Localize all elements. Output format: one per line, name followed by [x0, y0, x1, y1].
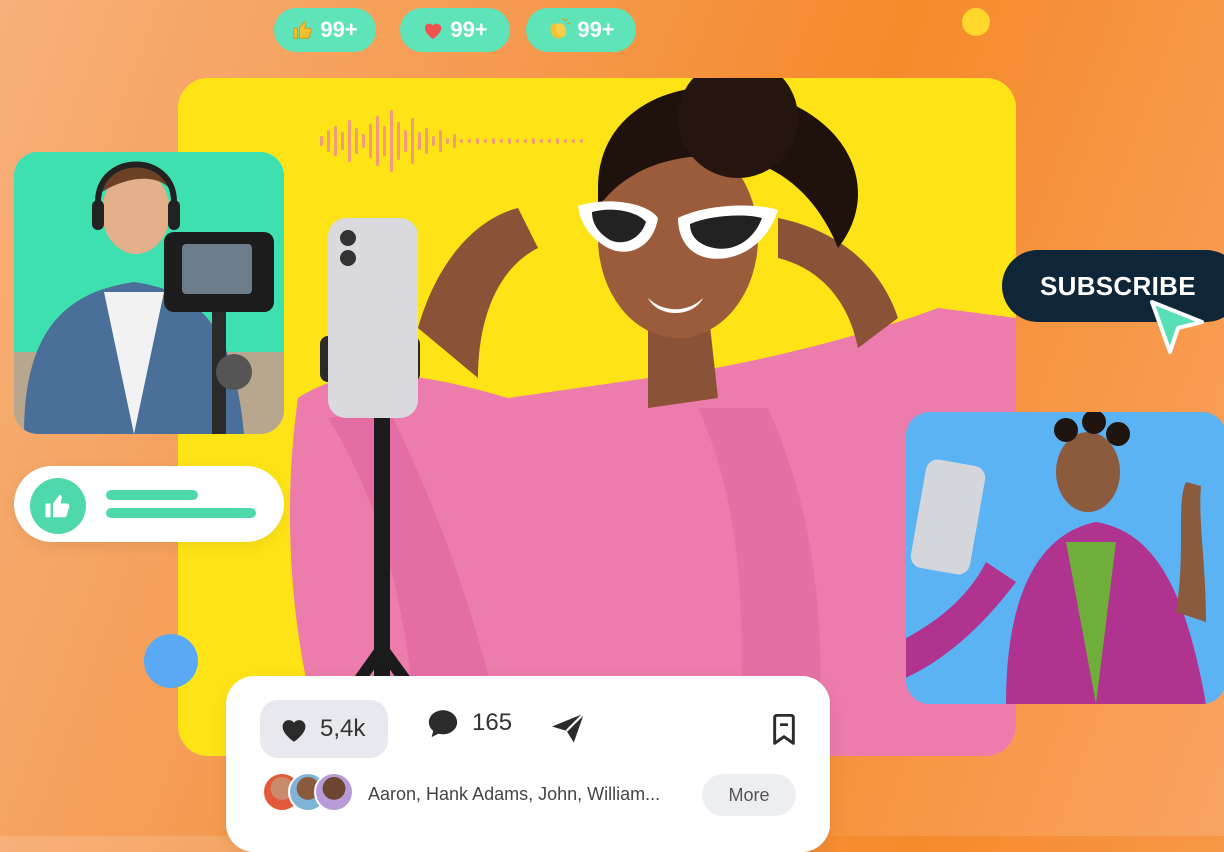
comment-count: 165	[472, 709, 513, 736]
reaction-pill-heart[interactable]: 99+	[400, 8, 510, 52]
like-count: 5,4k	[320, 715, 366, 742]
share-send-icon[interactable]	[550, 712, 586, 744]
placeholder-line	[106, 490, 198, 500]
decorative-dot	[144, 634, 198, 688]
creator-card-left[interactable]	[14, 152, 284, 434]
creator-photo	[906, 412, 1224, 704]
clapping-hands-icon	[547, 18, 571, 42]
thumbs-up-icon	[292, 19, 314, 41]
like-notification-card[interactable]	[14, 466, 284, 542]
heart-icon	[422, 20, 444, 40]
liked-by-avatars[interactable]	[262, 772, 362, 812]
reaction-count: 99+	[320, 17, 358, 42]
liked-by-names: Aaron, Hank Adams, John, William...	[368, 784, 661, 804]
creator-photo	[14, 152, 284, 434]
placeholder-line	[106, 508, 256, 518]
hero-photo	[289, 78, 1016, 756]
reaction-count: 99+	[577, 17, 615, 42]
comment-button[interactable]: 165	[426, 706, 512, 740]
post-interaction-card: 5,4k 165 Aaron, Hank Adams, John, Willia…	[226, 676, 830, 852]
main-video-card[interactable]	[178, 78, 1016, 756]
decorative-dot	[962, 8, 990, 36]
heart-icon	[282, 720, 306, 742]
creator-card-right[interactable]	[906, 412, 1224, 704]
like-button[interactable]: 5,4k	[260, 700, 388, 758]
reaction-count: 99+	[450, 17, 488, 42]
more-button[interactable]: More	[702, 774, 796, 816]
comment-bubble-icon	[428, 710, 458, 738]
avatar	[314, 772, 354, 812]
thumbs-up-icon	[30, 478, 86, 534]
bookmark-icon[interactable]	[770, 714, 798, 746]
reaction-pill-like[interactable]: 99+	[274, 8, 376, 52]
cursor-arrow-icon	[1150, 300, 1204, 354]
audio-waveform	[320, 110, 583, 172]
reaction-pill-clap[interactable]: 99+	[526, 8, 636, 52]
